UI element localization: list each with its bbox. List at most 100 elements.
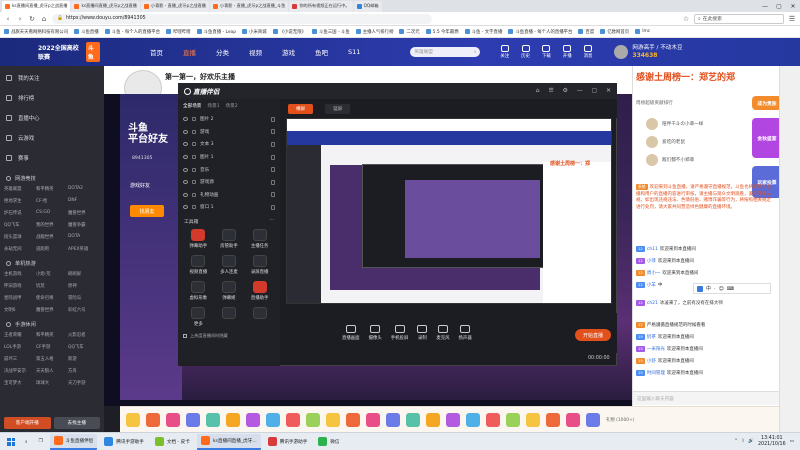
companion-title-icon[interactable]: ▢ [592,88,597,94]
tool-button[interactable]: 视频直播 [183,254,214,275]
bookmark-item[interactable]: 战旗天天看网络科技有限公司 [4,29,68,35]
sidebar-item[interactable]: 云游戏 [0,128,104,148]
category-link[interactable]: 英雄联盟 [4,184,36,193]
lock-icon[interactable] [271,141,275,147]
auto-hide-option[interactable]: 上热度直播间时隐藏 [178,327,280,339]
browser-tab[interactable]: 小青影 - 直播_虎牙p之战直播 [140,0,209,12]
gift-icon[interactable] [366,412,380,427]
checkbox-icon[interactable] [183,333,187,338]
tool-button[interactable]: 多人连麦 [214,254,245,275]
gift-icon[interactable] [286,412,300,427]
gift-icon[interactable] [506,412,520,427]
companion-title-icon[interactable]: — [577,88,583,94]
preview-tab[interactable]: 竖屏 [325,103,351,114]
chat-username[interactable]: 时间管理 [647,371,665,376]
ime-button[interactable]: 中 [706,285,711,292]
nav-item[interactable]: S11 [338,38,370,66]
category-link[interactable]: 魔兽世界 [68,208,100,217]
volume-icon[interactable]: 🔊 [748,439,754,444]
header-icon-button[interactable]: 历史 [521,45,530,59]
chat-username[interactable]: 周小一 [647,271,661,276]
bookmark-item[interactable]: 主播人气排行榜 [355,29,393,35]
category-link[interactable]: 星际战甲 [4,293,36,302]
category-link[interactable]: 球球大 [36,378,68,387]
bookmark-item[interactable]: 斗鱼直播 [74,29,99,35]
companion-tool-button[interactable]: 直播画面 [342,325,360,341]
gift-icon[interactable] [306,412,320,427]
bookmark-item[interactable]: 斗鱼三国 - 斗鱼 [311,29,350,35]
gift-icon[interactable] [206,412,220,427]
gift-icon[interactable] [146,412,160,427]
eye-icon[interactable] [183,167,188,172]
gift-icon[interactable] [486,412,500,427]
reload-icon[interactable]: ↻ [28,15,36,23]
gift-icon[interactable] [266,412,280,427]
browser-tab[interactable]: QQ邮箱 [353,0,382,12]
forward-icon[interactable]: › [16,15,24,23]
gift-icon[interactable] [446,412,460,427]
gift-icon[interactable] [126,412,140,427]
companion-title-icon[interactable]: ✕ [606,88,611,94]
scene-tab[interactable]: 全部场景 [183,103,201,109]
category-link[interactable]: LOL手游 [4,342,36,351]
ime-button[interactable]: 😊 [719,286,724,292]
header-icon-button[interactable]: 开播 [563,45,572,59]
preview-tab[interactable]: 横屏 [288,103,314,114]
category-link[interactable]: DOTA [68,232,100,241]
companion-tool-button[interactable]: 扬声器 [459,325,472,341]
companion-tool-button[interactable]: 录制 [417,325,428,341]
bookmark-item[interactable]: 斗鱼直播 - 每个人的直播平台 [508,29,572,35]
category-link[interactable]: 战舰世界 [36,232,68,241]
chat-username[interactable]: 小菲 [647,259,656,264]
bookmark-item[interactable]: 哔哩哔哩 [165,29,191,35]
douyu-logo[interactable]: 2022全国高校联赛 斗鱼 [0,38,100,66]
taskbar-app[interactable]: 微信 [314,434,343,450]
chat-username[interactable]: 小羊 [647,283,656,288]
category-link[interactable]: 饥荒 [36,281,68,290]
browser-tab[interactable]: ks直播间直播_虎牙p之战直播 [71,0,140,12]
chat-username[interactable]: ch21 [647,301,658,306]
sidebar-item[interactable]: 赛事 [0,148,104,168]
tool-button[interactable]: 直播助手 [244,280,275,301]
windows-start-icon[interactable] [4,435,18,449]
sidebar-item[interactable]: 直播中心 [0,108,104,128]
taskbar-app[interactable]: 腾讯手游助手 [100,434,148,450]
search-icon[interactable]: ⌕ [474,49,477,55]
find-anchor-button[interactable]: 去找主播 [53,417,100,429]
category-link[interactable]: DNF [68,196,100,205]
category-link[interactable]: 和平精英 [36,184,68,193]
category-link[interactable]: 原神 [68,281,100,290]
minimize-icon[interactable]: — [758,0,772,12]
category-link[interactable]: 我的世界 [36,220,68,229]
category-link[interactable]: 宝可梦大 [4,378,36,387]
taskbar-app[interactable]: 文档 - 皮卡 [151,434,194,450]
star-icon[interactable]: ☆ [682,15,690,23]
category-link[interactable]: 方舟 [68,366,100,375]
header-icon-button[interactable]: 下载 [542,45,551,59]
chat-username[interactable]: 小舒 [647,359,656,364]
client-broadcast-button[interactable]: 客户端开播 [4,417,51,429]
gift-icon[interactable] [226,412,240,427]
companion-title-icon[interactable]: ☰ [548,88,553,94]
bookmark-item[interactable]: 《小说无限》 [272,29,306,35]
category-link[interactable]: 怀旧游戏 [4,281,36,290]
layer-item[interactable]: 图片 1 [178,151,280,164]
gift-icon[interactable] [526,412,540,427]
companion-tool-button[interactable]: 摄像头 [369,325,382,341]
gift-icon[interactable] [326,412,340,427]
notification-icon[interactable]: ▭ [790,439,794,444]
tool-button[interactable]: 弹幕姬 [214,280,245,301]
companion-tool-button[interactable]: 麦克风 [436,325,450,341]
category-link[interactable]: 决战平安京 [4,366,36,375]
nav-item[interactable]: 游戏 [272,38,305,66]
tool-button[interactable]: 房管助手 [214,228,245,249]
sidebar-item[interactable]: 排行榜 [0,88,104,108]
scene-tab[interactable]: 场景1 [207,103,219,109]
category-link[interactable]: CF·枪 [36,196,68,205]
taskbar-app[interactable]: ks直播间直播_虎牙... [196,433,261,450]
scene-tab[interactable]: 场景2 [226,103,238,109]
category-link[interactable]: CF手游 [36,342,68,351]
tool-button[interactable]: 更多 [183,306,214,327]
lock-icon[interactable] [271,116,275,122]
gift-icon[interactable] [386,412,400,427]
